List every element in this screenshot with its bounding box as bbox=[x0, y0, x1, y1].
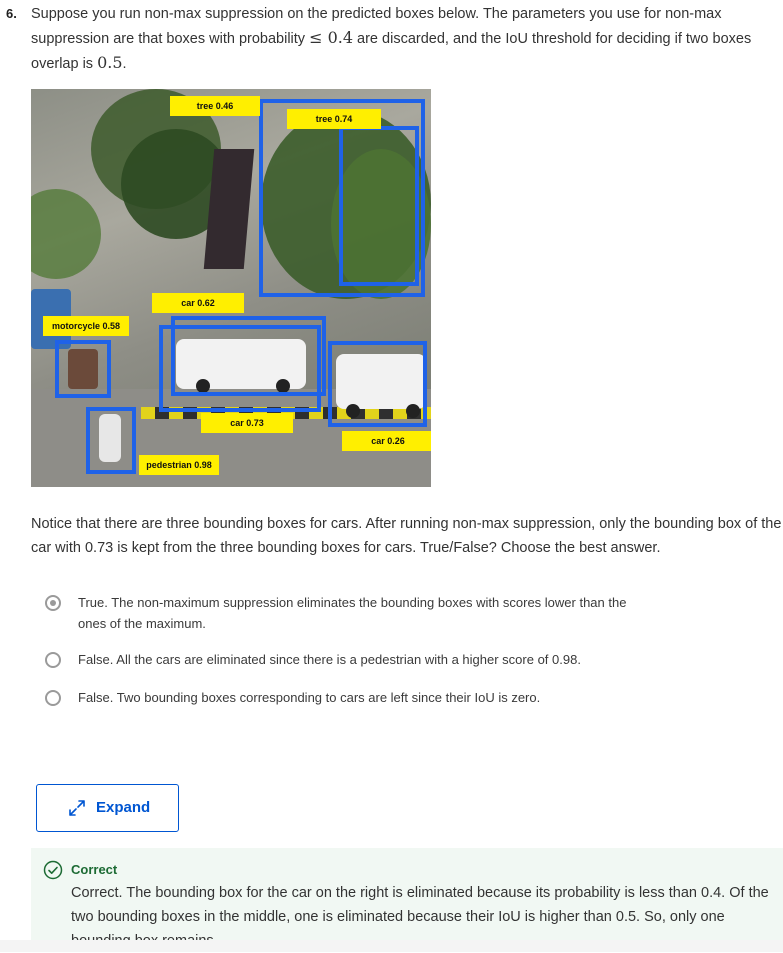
option-2-text: False. All the cars are eliminated since… bbox=[78, 652, 581, 667]
car-box-026 bbox=[328, 341, 427, 427]
label-tree-074: tree 0.74 bbox=[287, 109, 381, 129]
expand-label: Expand bbox=[96, 799, 151, 816]
label-car-026: car 0.26 bbox=[342, 431, 431, 451]
question-text: Suppose you run non-max suppression on t… bbox=[31, 3, 781, 76]
label-tree-046: tree 0.46 bbox=[170, 96, 260, 116]
feedback-title: Correct bbox=[71, 862, 118, 877]
bottom-bar bbox=[0, 940, 783, 952]
question-number: 6. bbox=[6, 6, 17, 21]
car-box-073 bbox=[159, 325, 321, 412]
iou-threshold: 0.5 bbox=[97, 53, 123, 72]
label-pedestrian-098: pedestrian 0.98 bbox=[139, 455, 219, 475]
pedestrian-box bbox=[86, 407, 136, 474]
question-statement: Notice that there are three bounding box… bbox=[31, 516, 782, 556]
option-3-text: False. Two bounding boxes corresponding … bbox=[78, 690, 541, 705]
motorcycle-box bbox=[55, 340, 111, 398]
expand-arrows-icon bbox=[69, 800, 85, 816]
label-car-062: car 0.62 bbox=[152, 293, 244, 313]
radio-selected[interactable] bbox=[45, 595, 61, 611]
label-motorcycle-058: motorcycle 0.58 bbox=[43, 316, 129, 336]
option-1-text: True. The non-maximum suppression elimin… bbox=[78, 595, 627, 631]
radio-unselected[interactable] bbox=[45, 652, 61, 668]
detection-image: tree 0.46 tree 0.74 car 0.62 motorcycle … bbox=[31, 89, 431, 487]
check-circle-icon bbox=[43, 860, 63, 880]
question-text-part3: . bbox=[122, 56, 127, 72]
bush bbox=[31, 189, 101, 279]
expand-button[interactable]: Expand bbox=[36, 784, 179, 832]
feedback-panel: Correct Correct. The bounding box for th… bbox=[31, 848, 783, 952]
probability-threshold: ≤ 0.4 bbox=[309, 28, 354, 47]
label-car-073: car 0.73 bbox=[201, 413, 293, 433]
tree-box-074 bbox=[339, 126, 419, 286]
radio-unselected[interactable] bbox=[45, 690, 61, 706]
